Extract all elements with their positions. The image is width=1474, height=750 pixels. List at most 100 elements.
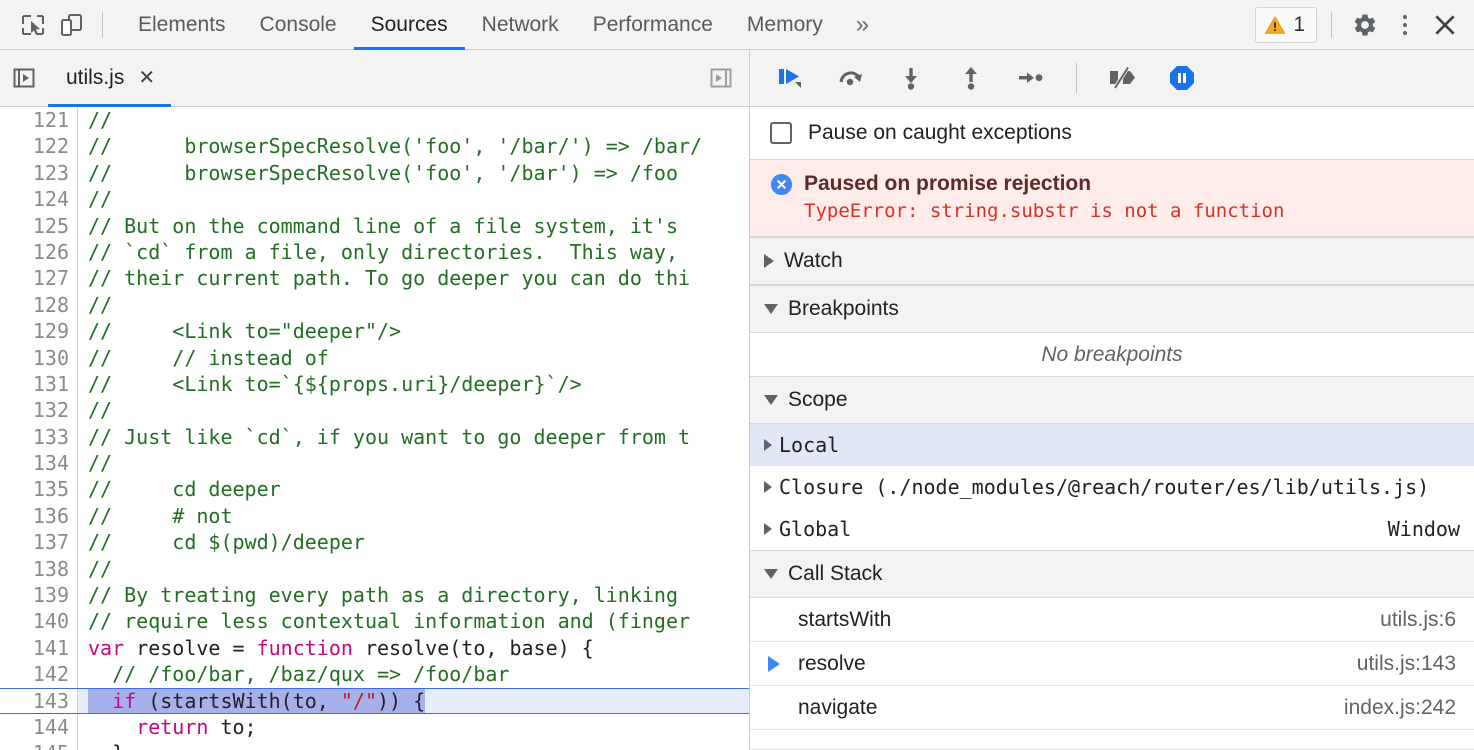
tab-console[interactable]: Console bbox=[243, 0, 354, 50]
code-token: (startsWith(to, bbox=[136, 688, 341, 713]
show-debugger-sidebar-icon[interactable] bbox=[693, 65, 749, 91]
line-number[interactable]: 121 bbox=[0, 107, 78, 134]
code-line[interactable]: 131 // <Link to=`{${props.uri}/deeper}`/> bbox=[0, 370, 749, 398]
code-line[interactable]: 134 // bbox=[0, 450, 749, 477]
more-tabs-icon[interactable]: » bbox=[840, 0, 885, 50]
device-toolbar-icon[interactable] bbox=[52, 6, 90, 44]
resume-script-execution-button[interactable] bbox=[768, 56, 814, 100]
code-line[interactable]: 127 // their current path. To go deeper y… bbox=[0, 265, 749, 292]
code-line[interactable]: 124 // bbox=[0, 186, 749, 213]
code-line[interactable]: 136 // # not bbox=[0, 502, 749, 530]
tab-memory[interactable]: Memory bbox=[730, 0, 840, 50]
line-number[interactable]: 134 bbox=[0, 450, 78, 477]
tab-network[interactable]: Network bbox=[465, 0, 576, 50]
code-line[interactable]: 123 // browserSpecResolve('foo', '/bar') … bbox=[0, 159, 749, 187]
chevron-down-icon bbox=[764, 569, 778, 579]
code-line-text: // // instead of bbox=[78, 345, 749, 371]
code-line[interactable]: 126 // `cd` from a file, only directories… bbox=[0, 238, 749, 266]
gear-icon[interactable] bbox=[1346, 6, 1384, 44]
line-number[interactable]: 139 bbox=[0, 582, 78, 609]
chevron-right-icon[interactable] bbox=[764, 439, 772, 451]
code-line[interactable]: 141 var resolve = function resolve(to, ba… bbox=[0, 634, 749, 662]
line-number[interactable]: 130 bbox=[0, 344, 78, 371]
tab-elements[interactable]: Elements bbox=[121, 0, 243, 50]
code-line[interactable]: 143 if (startsWith(to, "/")) { bbox=[0, 687, 749, 715]
exception-circle-icon bbox=[770, 173, 793, 195]
tab-performance[interactable]: Performance bbox=[576, 0, 730, 50]
scope-row[interactable]: Global Window bbox=[750, 508, 1474, 550]
line-number[interactable]: 135 bbox=[0, 476, 78, 503]
code-line[interactable]: 122 // browserSpecResolve('foo', '/bar/')… bbox=[0, 133, 749, 160]
line-number[interactable]: 132 bbox=[0, 397, 78, 424]
code-line[interactable]: 132 // bbox=[0, 397, 749, 424]
code-line[interactable]: 145 } bbox=[0, 740, 749, 750]
code-token: // cd deeper bbox=[88, 477, 281, 502]
line-number[interactable]: 142 bbox=[0, 661, 78, 688]
call-stack-row[interactable] bbox=[750, 730, 1474, 750]
line-number[interactable]: 126 bbox=[0, 238, 78, 266]
line-number[interactable]: 143 bbox=[0, 687, 78, 714]
code-line-text: // <Link to="deeper"/> bbox=[78, 318, 749, 344]
line-number[interactable]: 141 bbox=[0, 634, 78, 662]
scope-row[interactable]: Closure (./node_modules/@reach/router/es… bbox=[750, 466, 1474, 508]
code-line[interactable]: 142 // /foo/bar, /baz/qux => /foo/bar bbox=[0, 661, 749, 688]
chevron-right-icon[interactable] bbox=[764, 523, 772, 535]
tab-sources[interactable]: Sources bbox=[353, 0, 465, 50]
section-watch-label: Watch bbox=[784, 249, 843, 272]
code-line[interactable]: 125 // But on the command line of a file … bbox=[0, 212, 749, 239]
line-number[interactable]: 144 bbox=[0, 713, 78, 741]
editor-tab-close-icon[interactable]: ✕ bbox=[138, 68, 155, 88]
line-number[interactable]: 137 bbox=[0, 529, 78, 556]
call-stack-row[interactable]: startsWith utils.js:6 bbox=[750, 598, 1474, 642]
line-number[interactable]: 129 bbox=[0, 318, 78, 345]
code-editor[interactable]: 121 // 122 // browserSpecResolve('foo', '/b… bbox=[0, 107, 749, 750]
line-number[interactable]: 123 bbox=[0, 159, 78, 187]
code-line[interactable]: 129 // <Link to="deeper"/> bbox=[0, 318, 749, 345]
deactivate-breakpoints-button[interactable] bbox=[1099, 56, 1145, 100]
step-into-next-function-call-button[interactable] bbox=[888, 56, 934, 100]
section-scope-header[interactable]: Scope bbox=[750, 376, 1474, 424]
call-stack-row[interactable]: navigate index.js:242 bbox=[750, 686, 1474, 730]
line-number[interactable]: 125 bbox=[0, 212, 78, 239]
line-number[interactable]: 128 bbox=[0, 291, 78, 319]
scope-row[interactable]: Local bbox=[750, 424, 1474, 466]
code-line[interactable]: 135 // cd deeper bbox=[0, 476, 749, 503]
section-watch-header[interactable]: Watch bbox=[750, 237, 1474, 285]
line-number[interactable]: 127 bbox=[0, 265, 78, 292]
pause-on-exceptions-button[interactable] bbox=[1159, 56, 1205, 100]
code-line[interactable]: 130 // // instead of bbox=[0, 344, 749, 371]
code-line[interactable]: 140 // require less contextual informatio… bbox=[0, 608, 749, 635]
line-number[interactable]: 138 bbox=[0, 555, 78, 583]
pause-on-caught-exceptions-checkbox[interactable] bbox=[770, 122, 792, 144]
step-out-of-current-function-button[interactable] bbox=[948, 56, 994, 100]
chevron-right-icon[interactable] bbox=[764, 481, 772, 493]
inspect-element-icon[interactable] bbox=[14, 6, 52, 44]
pause-on-caught-exceptions-row[interactable]: Pause on caught exceptions bbox=[750, 107, 1474, 160]
line-number[interactable]: 122 bbox=[0, 133, 78, 160]
close-icon[interactable] bbox=[1426, 6, 1464, 44]
code-line[interactable]: 137 // cd $(pwd)/deeper bbox=[0, 529, 749, 556]
code-line[interactable]: 138 // bbox=[0, 555, 749, 583]
step-over-next-function-call-button[interactable] bbox=[828, 56, 874, 100]
code-line[interactable]: 133 // Just like `cd`, if you want to go … bbox=[0, 423, 749, 451]
section-call-stack-header[interactable]: Call Stack bbox=[750, 550, 1474, 598]
call-stack-row[interactable]: resolve utils.js:143 bbox=[750, 642, 1474, 686]
section-breakpoints-header[interactable]: Breakpoints bbox=[750, 285, 1474, 333]
line-number[interactable]: 133 bbox=[0, 423, 78, 451]
warning-count-label: 1 bbox=[1293, 12, 1305, 36]
code-line[interactable]: 144 return to; bbox=[0, 713, 749, 741]
warning-count-badge[interactable]: 1 bbox=[1255, 6, 1317, 43]
show-navigator-icon[interactable] bbox=[0, 50, 48, 107]
code-line[interactable]: 121 // bbox=[0, 107, 749, 134]
kebab-menu-icon[interactable] bbox=[1386, 6, 1424, 44]
step-button[interactable] bbox=[1008, 56, 1054, 100]
code-line[interactable]: 139 // By treating every path as a direct… bbox=[0, 582, 749, 609]
code-line[interactable]: 128 // bbox=[0, 291, 749, 319]
line-number[interactable]: 140 bbox=[0, 608, 78, 635]
code-token: // // instead of bbox=[88, 345, 329, 370]
line-number[interactable]: 131 bbox=[0, 370, 78, 398]
line-number[interactable]: 145 bbox=[0, 740, 78, 750]
editor-tab-utils-js[interactable]: utils.js ✕ bbox=[48, 49, 172, 107]
line-number[interactable]: 136 bbox=[0, 502, 78, 530]
line-number[interactable]: 124 bbox=[0, 186, 78, 213]
